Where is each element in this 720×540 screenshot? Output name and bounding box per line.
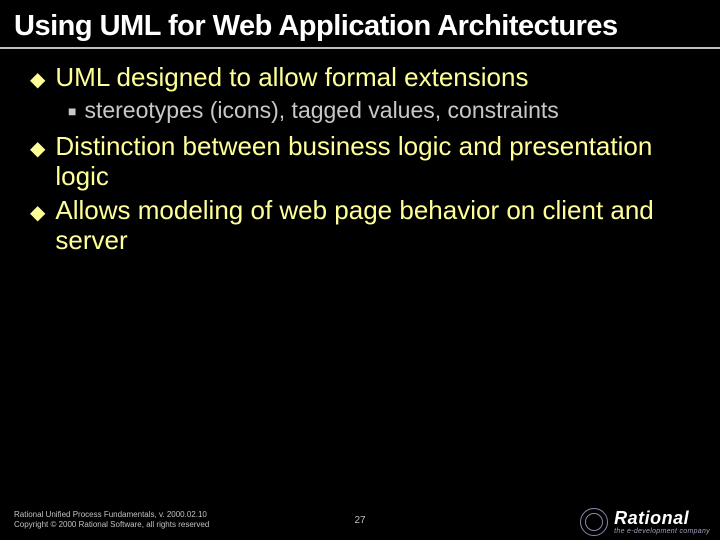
slide-content: ◆ UML designed to allow formal extension… (0, 63, 720, 256)
footer-line2: Copyright © 2000 Rational Software, all … (14, 520, 209, 530)
slide-title: Using UML for Web Application Architectu… (0, 10, 720, 49)
sub-list-item: ■ stereotypes (icons), tagged values, co… (68, 97, 692, 125)
slide: Using UML for Web Application Architectu… (0, 0, 720, 540)
logo-name: Rational (614, 509, 689, 527)
footer-copyright: Rational Unified Process Fundamentals, v… (14, 510, 209, 530)
list-item: ◆ UML designed to allow formal extension… (30, 63, 692, 93)
logo-sphere-icon (580, 508, 608, 536)
diamond-bullet-icon: ◆ (30, 202, 45, 225)
slide-footer: Rational Unified Process Fundamentals, v… (0, 496, 720, 540)
list-item-text: UML designed to allow formal extensions (55, 63, 692, 93)
logo-text-block: Rational the e-development company (614, 509, 710, 535)
diamond-bullet-icon: ◆ (30, 138, 45, 161)
footer-logo: Rational the e-development company (580, 508, 710, 536)
logo-tagline: the e-development company (614, 528, 710, 535)
sub-list-item-text: stereotypes (icons), tagged values, cons… (84, 97, 692, 125)
footer-line1: Rational Unified Process Fundamentals, v… (14, 510, 209, 520)
list-item: ◆ Allows modeling of web page behavior o… (30, 196, 692, 256)
list-item-text: Allows modeling of web page behavior on … (55, 196, 692, 256)
list-item: ◆ Distinction between business logic and… (30, 132, 692, 192)
list-item-text: Distinction between business logic and p… (55, 132, 692, 192)
page-number: 27 (354, 515, 365, 526)
square-bullet-icon: ■ (68, 103, 76, 120)
diamond-bullet-icon: ◆ (30, 69, 45, 92)
